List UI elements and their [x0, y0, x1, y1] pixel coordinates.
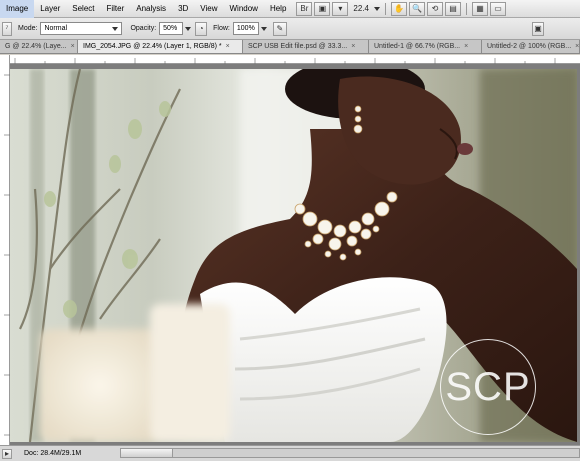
- tab-label: SCP USB Edit file.psd @ 33.3...: [248, 43, 348, 50]
- options-bar: ⁷ Mode: Normal Opacity: 50% ◔ Flow: 100%…: [0, 18, 580, 40]
- ruler-ticks: [14, 58, 556, 64]
- close-icon[interactable]: ×: [575, 40, 579, 53]
- menu-analysis[interactable]: Analysis: [130, 0, 172, 18]
- app-bar-tools: Br ▣ ▾ 22.4 ✋ 🔍 ⟲ ▤ ▦ ▭: [296, 1, 506, 16]
- mode-select[interactable]: Normal: [40, 22, 123, 35]
- close-icon[interactable]: ×: [226, 40, 230, 53]
- menu-select[interactable]: Select: [66, 0, 100, 18]
- ruler-ticks: [4, 74, 10, 436]
- tab-label: Untitled-1 @ 66.7% (RGB...: [374, 43, 461, 50]
- scp-logo-watermark: SCP: [440, 339, 536, 435]
- vertical-ruler[interactable]: [0, 55, 10, 445]
- horizontal-scrollbar[interactable]: [120, 448, 580, 458]
- status-menu-icon[interactable]: ▸: [2, 448, 12, 459]
- menu-help[interactable]: Help: [264, 0, 292, 18]
- tab-document[interactable]: G @ 22.4% (Laye... ×: [0, 40, 78, 53]
- close-icon[interactable]: ×: [71, 40, 75, 53]
- opacity-label: Opacity:: [130, 25, 157, 32]
- menu-view[interactable]: View: [194, 0, 223, 18]
- separator: [465, 2, 467, 15]
- brush-panel-icon[interactable]: ▣: [532, 21, 544, 36]
- tab-label: IMG_2054.JPG @ 22.4% (Layer 1, RGB/8) *: [83, 43, 222, 50]
- close-icon[interactable]: ×: [351, 40, 355, 53]
- extras-icon[interactable]: ▤: [444, 1, 461, 16]
- tab-document[interactable]: Untitled-2 @ 100% (RGB... ×: [482, 40, 580, 53]
- zoom-dropdown-icon[interactable]: [373, 6, 380, 11]
- flow-field[interactable]: 100%: [232, 22, 259, 35]
- chevron-down-icon: [112, 26, 119, 31]
- arrange-documents-icon[interactable]: ▦: [471, 1, 488, 16]
- flow-label: Flow:: [213, 25, 230, 32]
- tab-document-active[interactable]: IMG_2054.JPG @ 22.4% (Layer 1, RGB/8) * …: [78, 40, 243, 53]
- close-icon[interactable]: ×: [464, 40, 468, 53]
- view-extras-icon[interactable]: ▾: [332, 1, 349, 16]
- scroll-thumb[interactable]: [121, 449, 173, 457]
- tab-label: Untitled-2 @ 100% (RGB...: [487, 43, 572, 50]
- tab-document[interactable]: SCP USB Edit file.psd @ 33.3... ×: [243, 40, 369, 53]
- mode-label: Mode:: [18, 25, 38, 32]
- bridge-icon[interactable]: Br: [296, 1, 313, 16]
- tool-preset-icon[interactable]: ⁷: [2, 21, 12, 36]
- menu-filter[interactable]: Filter: [100, 0, 130, 18]
- opacity-slider-icon[interactable]: [185, 26, 192, 31]
- separator: [384, 2, 386, 15]
- photo-image: SCP: [10, 69, 577, 442]
- document-size: Doc: 28.4M/29.1M: [24, 450, 82, 457]
- horizontal-ruler[interactable]: [10, 55, 580, 64]
- airbrush-icon[interactable]: ✎: [272, 21, 287, 36]
- menu-bar: Image Layer Select Filter Analysis 3D Vi…: [0, 0, 580, 18]
- watermark-text: SCP: [445, 364, 531, 409]
- tab-label: G @ 22.4% (Laye...: [5, 43, 67, 50]
- flow-slider-icon[interactable]: [260, 26, 267, 31]
- screen-mode-icon[interactable]: ▭: [489, 1, 506, 16]
- tab-document[interactable]: Untitled-1 @ 66.7% (RGB... ×: [369, 40, 482, 53]
- opacity-field[interactable]: 50%: [159, 22, 184, 35]
- zoom-level[interactable]: 22.4: [350, 4, 372, 13]
- zoom-tool-icon[interactable]: 🔍: [408, 1, 425, 16]
- rotate-view-icon[interactable]: ⟲: [426, 1, 443, 16]
- mode-value: Normal: [44, 25, 68, 32]
- mini-bridge-icon[interactable]: ▣: [314, 1, 331, 16]
- menu-layer[interactable]: Layer: [34, 0, 66, 18]
- tablet-pressure-opacity-icon[interactable]: ◔: [195, 21, 208, 36]
- hand-tool-icon[interactable]: ✋: [390, 1, 407, 16]
- menu-image[interactable]: Image: [0, 0, 35, 18]
- menu-3d[interactable]: 3D: [172, 0, 194, 18]
- document-tabs: G @ 22.4% (Laye... × IMG_2054.JPG @ 22.4…: [0, 40, 580, 54]
- menu-window[interactable]: Window: [224, 0, 264, 18]
- document-canvas[interactable]: SCP: [10, 64, 580, 445]
